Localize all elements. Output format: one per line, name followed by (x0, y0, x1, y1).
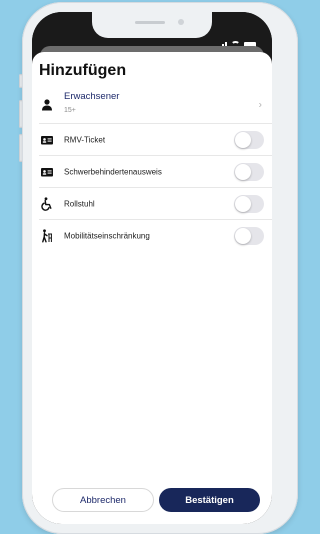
option-label: RMV-Ticket (64, 135, 106, 145)
add-passenger-sheet: Hinzufügen Erwachsener 15+ › RMV-Ticket (32, 52, 272, 524)
toggle-knob (235, 132, 251, 148)
disability-id-toggle[interactable] (234, 163, 264, 181)
option-label: Schwerbehindertenausweis (64, 167, 162, 177)
rmv-ticket-toggle[interactable] (234, 131, 264, 149)
id-card-icon (41, 168, 53, 177)
mobility-impaired-icon (42, 229, 52, 243)
option-row-wheelchair: Rollstuhl (32, 188, 272, 220)
option-label: Rollstuhl (64, 199, 95, 209)
option-row-mobility-impaired: Mobilitätseinschränkung (32, 220, 272, 252)
id-card-icon (41, 136, 53, 145)
speaker-grille (135, 21, 165, 24)
toggle-knob (235, 164, 251, 180)
option-row-disability-id: Schwerbehindertenausweis (32, 156, 272, 188)
passenger-type-row[interactable]: Erwachsener 15+ › (32, 86, 272, 124)
passenger-age-label: 15+ (64, 107, 76, 114)
toggle-knob (235, 228, 251, 244)
mobility-impaired-toggle[interactable] (234, 227, 264, 245)
notch (92, 12, 212, 38)
wheelchair-icon (41, 197, 52, 211)
wheelchair-toggle[interactable] (234, 195, 264, 213)
phone-screen: Hinzufügen Erwachsener 15+ › RMV-Ticket (32, 12, 272, 524)
passenger-type-label: Erwachsener (64, 91, 120, 102)
cancel-button[interactable]: Abbrechen (52, 488, 154, 512)
toggle-knob (235, 196, 251, 212)
option-row-rmv-ticket: RMV-Ticket (32, 124, 272, 156)
sheet-title: Hinzufügen (39, 62, 127, 79)
chevron-right-icon: › (258, 99, 262, 111)
front-camera (178, 19, 184, 25)
option-label: Mobilitätseinschränkung (64, 231, 150, 241)
confirm-button[interactable]: Bestätigen (159, 488, 260, 512)
person-icon (42, 99, 52, 111)
